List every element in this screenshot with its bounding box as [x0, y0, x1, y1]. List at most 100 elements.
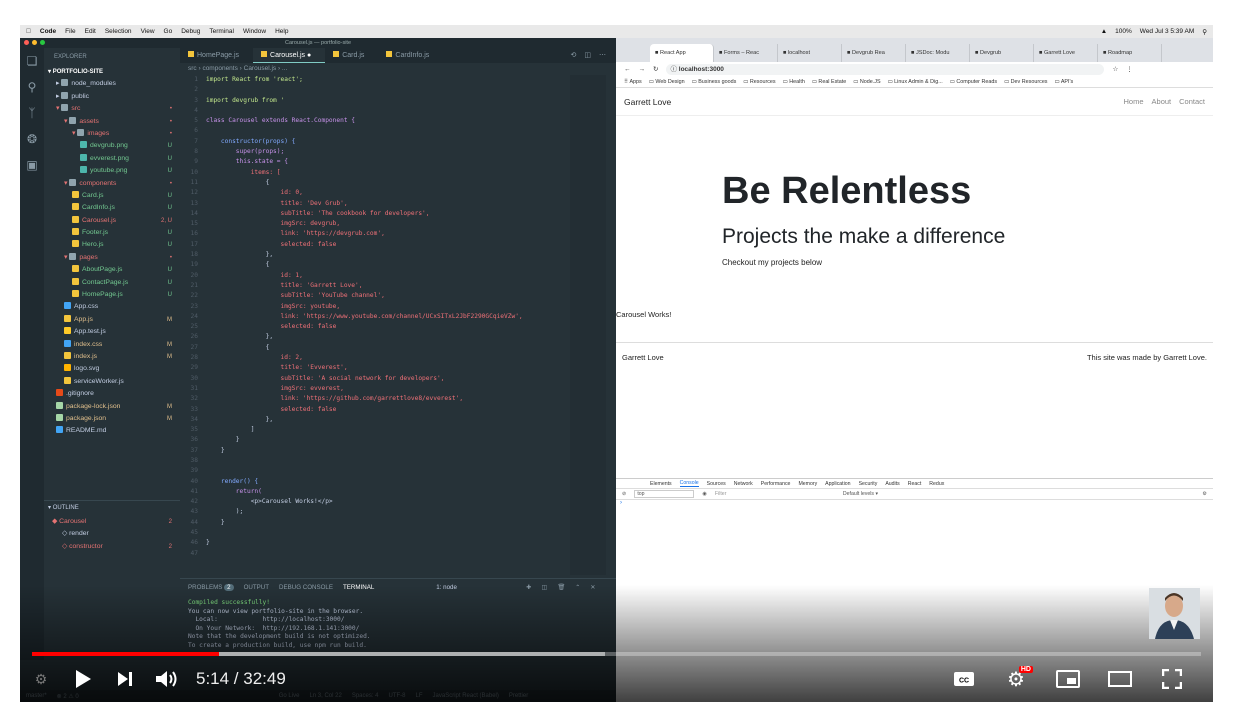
video-frame[interactable]:  Code File Edit Selection View Go Debug… — [20, 25, 1213, 702]
tab-problems[interactable]: PROBLEMS 2 — [188, 583, 234, 591]
levels-select[interactable]: Default levels ▾ — [843, 491, 878, 497]
spotlight-icon[interactable]: ⚲ — [1202, 28, 1207, 36]
browser-tab[interactable]: ■ Roadmap — [1098, 44, 1162, 62]
devtools-tab[interactable]: Network — [734, 481, 753, 487]
source-control-icon[interactable]: ᛉ — [20, 100, 44, 126]
menu-debug[interactable]: Debug — [181, 28, 200, 35]
menu-kebab-icon[interactable]: ⋮ — [1126, 65, 1133, 73]
close-icon[interactable]: ✕ — [590, 584, 595, 591]
bookmark-item[interactable]: ▭ Health — [783, 79, 805, 85]
devtools-tab[interactable]: Elements — [650, 481, 672, 487]
file-tree-item[interactable]: Footer.js U — [44, 227, 180, 239]
clear-console-icon[interactable]: ⊘ — [622, 491, 626, 497]
split-editor-icon[interactable]: ◫ — [584, 48, 591, 63]
file-tree-item[interactable]: ▸ node_modules — [44, 78, 180, 90]
clock[interactable]: Wed Jul 3 5:39 AM — [1140, 28, 1194, 36]
editor-tab[interactable]: Carousel.js ● — [253, 48, 326, 63]
file-tree-item[interactable]: logo.svg — [44, 363, 180, 375]
bookmark-item[interactable]: ▭ Linux Admin & Dig... — [888, 79, 943, 85]
file-tree-item[interactable]: package-lock.json M — [44, 401, 180, 413]
bookmark-item[interactable]: ▭ Web Design — [649, 79, 685, 85]
menu-app[interactable]: Code — [40, 28, 56, 35]
terminal-output[interactable]: Compiled successfully! You can now view p… — [180, 595, 616, 654]
close-window-icon[interactable] — [24, 40, 29, 45]
menu-view[interactable]: View — [141, 28, 155, 35]
file-tree-item[interactable]: App.test.js — [44, 326, 180, 338]
back-icon[interactable]: ← — [624, 66, 631, 73]
bookmark-item[interactable]: ▭ API's — [1055, 79, 1074, 85]
terminal-select[interactable]: 1: node — [436, 584, 516, 591]
settings-button[interactable]: ⚙ HD — [995, 661, 1037, 697]
play-button[interactable] — [62, 661, 104, 697]
outline-item[interactable]: ◇ constructor 2 — [44, 541, 180, 553]
file-tree-item[interactable]: AboutPage.js U — [44, 264, 180, 276]
browser-tab[interactable]: ■ Devgrub Rea — [842, 44, 906, 62]
tab-terminal[interactable]: TERMINAL — [343, 584, 374, 591]
bookmark-item[interactable]: ▭ Resources — [743, 79, 775, 85]
theater-button[interactable] — [1099, 661, 1141, 697]
add-terminal-icon[interactable]: ✚ — [526, 584, 531, 591]
file-tree-item[interactable]: ContactPage.js U — [44, 277, 180, 289]
editor-tab[interactable]: Card.js — [325, 48, 378, 63]
menu-help[interactable]: Help — [275, 28, 288, 35]
file-tree-item[interactable]: Hero.js U — [44, 239, 180, 251]
progress-bar[interactable] — [32, 652, 1201, 656]
star-icon[interactable]: ☆ — [1112, 65, 1118, 73]
bookmark-item[interactable]: ▭ Business goods — [692, 79, 737, 85]
tab-debug-console[interactable]: DEBUG CONSOLE — [279, 584, 333, 591]
bookmark-item[interactable]: ▭ Node.JS — [853, 79, 880, 85]
eye-icon[interactable]: ◉ — [702, 491, 707, 497]
menu-selection[interactable]: Selection — [105, 28, 132, 35]
apple-icon[interactable]:  — [26, 28, 31, 35]
nav-contact[interactable]: Contact — [1179, 97, 1205, 106]
file-tree-item[interactable]: .gitignore — [44, 388, 180, 400]
file-tree-item[interactable]: App.js M — [44, 314, 180, 326]
bookmark-item[interactable]: ⠿ Apps — [624, 79, 642, 85]
files-icon[interactable]: ❏ — [20, 48, 44, 74]
site-brand[interactable]: Garrett Love — [624, 97, 671, 107]
search-icon[interactable]: ⚲ — [20, 74, 44, 100]
file-tree-item[interactable]: ▸ public — [44, 91, 180, 103]
outline-header[interactable]: ▾ OUTLINE — [44, 500, 180, 514]
file-tree-item[interactable]: ▾ components • — [44, 178, 180, 190]
file-tree-item[interactable]: serviceWorker.js — [44, 376, 180, 388]
devtools-tab[interactable]: React — [908, 481, 922, 487]
debug-icon[interactable]: ❂ — [20, 126, 44, 152]
browser-tab[interactable]: ■ JSDoc: Modu — [906, 44, 970, 62]
forward-icon[interactable]: → — [639, 66, 646, 73]
captions-button[interactable]: CC — [943, 661, 985, 697]
devtools-tab[interactable]: Performance — [761, 481, 791, 487]
file-tree-item[interactable]: index.css M — [44, 339, 180, 351]
file-tree-item[interactable]: ▾ images • — [44, 128, 180, 140]
code-editor[interactable]: 1 import React from 'react'; 2 3 import devg… — [180, 75, 570, 575]
devtools-tab[interactable]: Security — [859, 481, 878, 487]
bookmark-item[interactable]: ▭ Computer Reads — [950, 79, 997, 85]
bookmark-item[interactable]: ▭ Real Estate — [812, 79, 846, 85]
file-tree-item[interactable]: App.css — [44, 301, 180, 313]
devtools-tab[interactable]: Sources — [707, 481, 726, 487]
devtools-tab[interactable]: Redux — [929, 481, 944, 487]
project-folder[interactable]: ▾ PORTFOLIO-SITE — [44, 66, 180, 78]
battery-percent[interactable]: 100% — [1115, 28, 1132, 36]
browser-tab[interactable]: ■ React App — [650, 44, 714, 62]
file-tree-item[interactable]: ▾ pages • — [44, 252, 180, 264]
more-actions-icon[interactable]: ⋯ — [599, 48, 606, 63]
console-prompt-icon[interactable]: › — [616, 500, 1213, 506]
trash-icon[interactable]: 🗑 — [557, 583, 565, 591]
minimize-window-icon[interactable] — [32, 40, 37, 45]
file-tree-item[interactable]: package.json M — [44, 413, 180, 425]
avatar[interactable] — [1149, 588, 1200, 639]
nav-about[interactable]: About — [1152, 97, 1172, 106]
bookmark-item[interactable]: ▭ Dev Resources — [1004, 79, 1047, 85]
menu-terminal[interactable]: Terminal — [209, 28, 234, 35]
filter-input[interactable]: Filter — [715, 491, 835, 497]
file-tree-item[interactable]: ▾ src • — [44, 103, 180, 115]
file-tree-item[interactable]: README.md — [44, 425, 180, 437]
editor-tab[interactable]: CardInfo.js — [378, 48, 443, 63]
miniplayer-button[interactable] — [1047, 661, 1089, 697]
browser-tab[interactable]: ■ Forms – Reac — [714, 44, 778, 62]
outline-item[interactable]: ◆ Carousel 2 — [44, 516, 180, 528]
chevron-up-icon[interactable]: ⌃ — [575, 584, 580, 591]
file-tree-item[interactable]: youtube.png U — [44, 165, 180, 177]
zoom-window-icon[interactable] — [40, 40, 45, 45]
